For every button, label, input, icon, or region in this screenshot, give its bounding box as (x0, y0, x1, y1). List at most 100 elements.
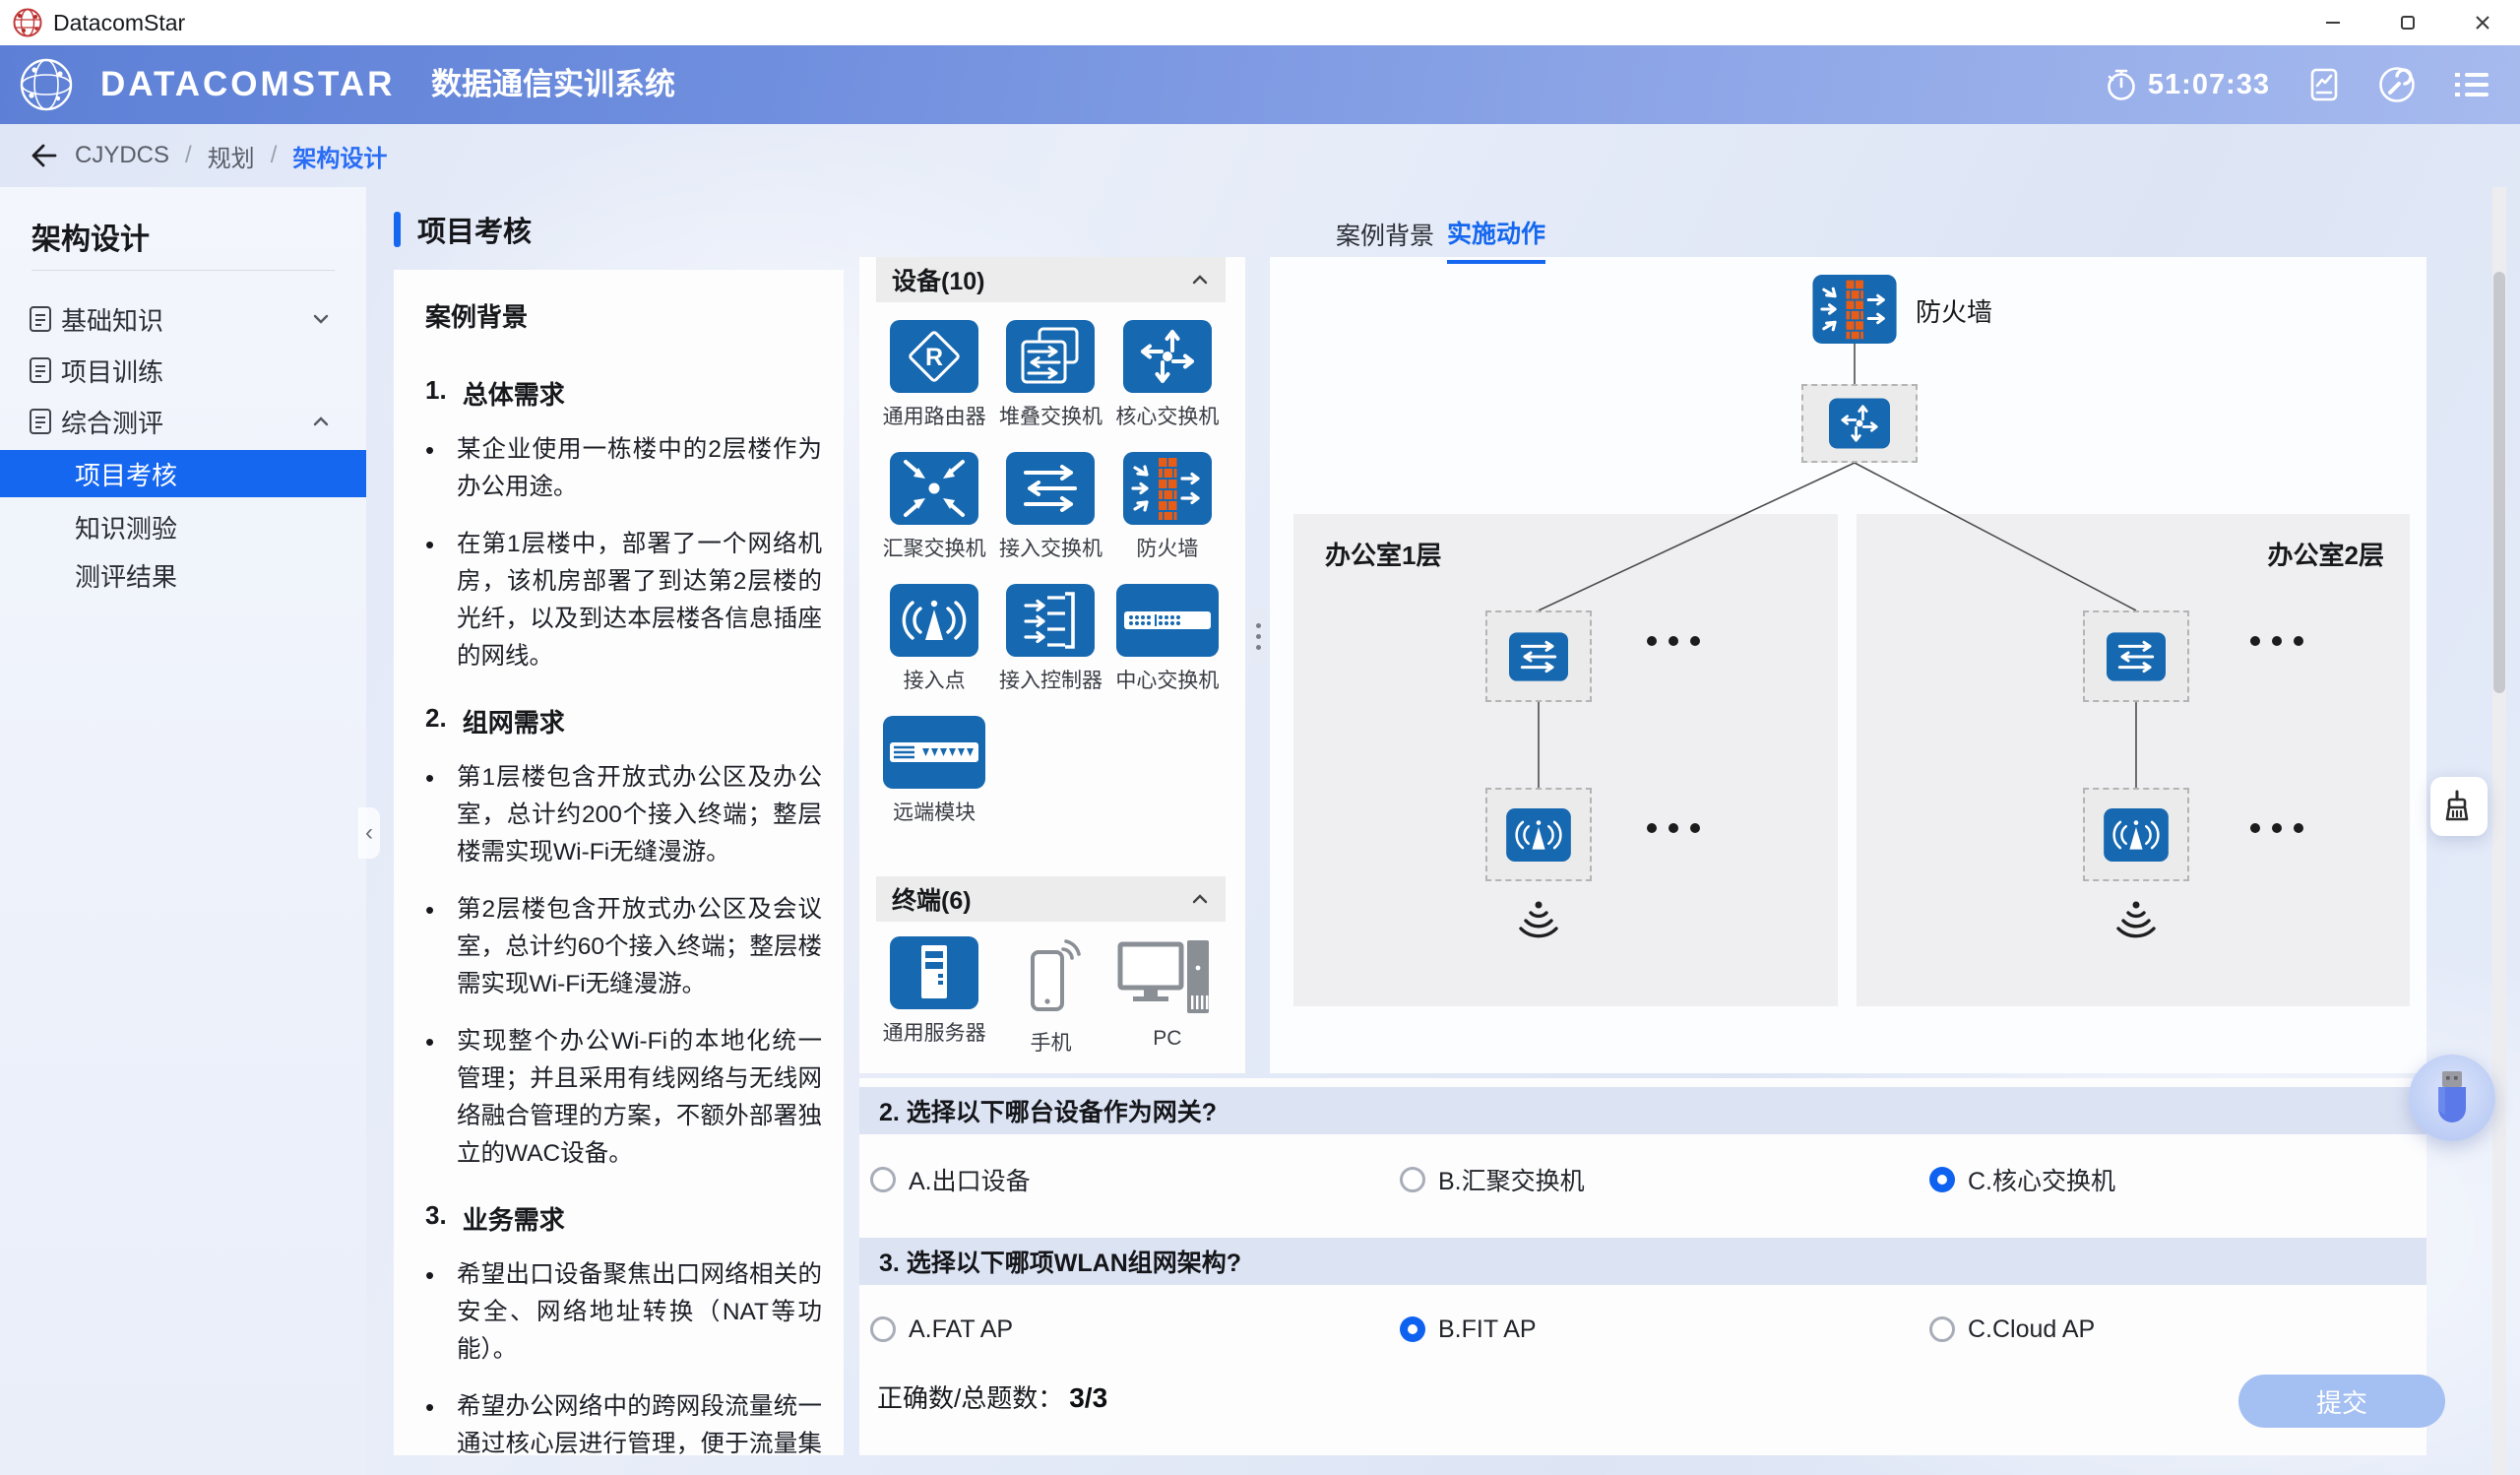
core-switch-slot[interactable] (1801, 384, 1918, 463)
palette-device-access-controller[interactable]: 接入控制器 (999, 584, 1102, 716)
quiz-section: 2. 选择以下哪台设备作为网关? A.出口设备 B.汇聚交换机 C.核心交换机 … (859, 1078, 2426, 1455)
q3-option-a[interactable]: A.FAT AP (870, 1313, 1013, 1346)
sidebar-item-label: 测评结果 (75, 557, 177, 594)
tab-implementation-actions[interactable]: 实施动作 (1447, 215, 1545, 264)
firewall-node-icon[interactable] (1811, 275, 1898, 344)
wireless-signal-icon (1511, 899, 1566, 942)
more-devices-ellipsis (1647, 636, 1700, 646)
bullet-item: •在第1层楼中，部署了一个网络机房，该机房部署了到达第2层楼的光纤，以及到达本层… (425, 526, 822, 675)
floor1-access-switch-slot[interactable] (1485, 610, 1592, 702)
palette-device-core-switch[interactable]: 核心交换机 (1115, 320, 1219, 452)
close-icon (2473, 13, 2492, 32)
breadcrumb-item[interactable]: CJYDCS (75, 142, 169, 169)
server-icon (890, 936, 978, 1009)
router-icon: R (890, 320, 978, 393)
svg-text:R: R (925, 344, 943, 371)
palette-section-label: 终端(6) (892, 881, 972, 917)
bullet-item: •第2层楼包含开放式办公区及会议室，总计约60个接入终端；整层楼需实现Wi-Fi… (425, 891, 822, 1003)
radio-unselected-icon[interactable] (1400, 1167, 1425, 1192)
tab-case-background[interactable]: 案例背景 (1336, 217, 1434, 252)
broom-icon (2443, 790, 2475, 823)
vertical-scrollbar-thumb[interactable] (2493, 272, 2505, 693)
palette-device-remote-module[interactable]: 远端模块 (883, 716, 985, 848)
radio-unselected-icon[interactable] (870, 1167, 896, 1192)
palette-device-firewall[interactable]: 防火墙 (1123, 452, 1212, 584)
maximize-icon (2398, 13, 2418, 32)
palette-device-access-point[interactable]: 接入点 (890, 584, 978, 716)
access-point-node-icon (2104, 808, 2169, 862)
chevron-down-icon (311, 309, 331, 329)
app-header: DATACOMSTAR 数据通信实训系统 51:07:33 (0, 45, 2520, 124)
panel-resize-handle[interactable] (1250, 607, 1266, 666)
bullet-item: •实现整个办公Wi-Fi的本地化统一管理；并且采用有线网络与无线网络融合管理的方… (425, 1023, 822, 1173)
radio-unselected-icon[interactable] (1929, 1316, 1955, 1342)
app-window: DatacomStar DATACOMSTAR 数据通信实训系统 (0, 0, 2520, 1475)
page-title: 项目考核 (417, 209, 532, 250)
topology-canvas[interactable]: 办公室1层 办公室2层 防火墙 (1270, 257, 2426, 1073)
sidebar-collapse-handle[interactable]: ‹ (358, 807, 380, 859)
pc-icon (1116, 936, 1219, 1019)
sidebar-item-comprehensive-evaluation[interactable]: 综合测评 (0, 400, 366, 443)
sidebar-item-evaluation-results[interactable]: 测评结果 (0, 555, 366, 595)
palette-device-center-switch[interactable]: 中心交换机 (1115, 584, 1219, 716)
maximize-button[interactable] (2370, 0, 2445, 45)
palette-device-aggregation-switch[interactable]: 汇聚交换机 (883, 452, 986, 584)
timer-value: 51:07:33 (2148, 69, 2270, 101)
sidebar-item-knowledge-quiz[interactable]: 知识测验 (0, 507, 366, 546)
sidebar-item-project-assessment[interactable]: 项目考核 (0, 450, 366, 497)
sidebar-item-label: 基础知识 (61, 301, 163, 338)
report-icon[interactable] (2307, 67, 2341, 102)
clear-canvas-button[interactable] (2430, 777, 2488, 836)
usb-device-float[interactable] (2409, 1055, 2495, 1141)
menu-list-icon[interactable] (2453, 68, 2490, 101)
q2-option-b[interactable]: B.汇聚交换机 (1400, 1163, 1585, 1196)
sidebar-item-label: 综合测评 (61, 404, 163, 440)
close-button[interactable] (2445, 0, 2520, 45)
more-devices-ellipsis (1647, 823, 1700, 833)
access-controller-icon (1006, 584, 1095, 657)
section-heading: 3.业务需求 (425, 1200, 822, 1237)
q3-option-b[interactable]: B.FIT AP (1400, 1313, 1537, 1346)
submit-button[interactable]: 提交 (2238, 1375, 2445, 1428)
q2-option-a[interactable]: A.出口设备 (870, 1163, 1031, 1196)
question-2-header: 2. 选择以下哪台设备作为网关? (859, 1087, 2426, 1134)
sidebar-item-label: 项目训练 (61, 353, 163, 389)
palette-device-stack-switch[interactable]: 堆叠交换机 (999, 320, 1102, 452)
device-palette: 设备(10) R 通用路由器 (859, 257, 1245, 1073)
window-title: DatacomStar (53, 0, 185, 45)
stopwatch-icon (2105, 67, 2138, 102)
chevron-up-icon (311, 412, 331, 431)
palette-section-terminals[interactable]: 终端(6) (876, 876, 1226, 922)
palette-section-devices[interactable]: 设备(10) (876, 257, 1226, 302)
q2-option-c[interactable]: C.核心交换机 (1929, 1163, 2115, 1196)
breadcrumb-item[interactable]: 规划 (208, 139, 255, 173)
radio-unselected-icon[interactable] (870, 1316, 896, 1342)
question-3-header: 3. 选择以下哪项WLAN组网架构? (859, 1238, 2426, 1285)
floor2-access-point-slot[interactable] (2083, 788, 2189, 881)
phone-icon (1019, 936, 1082, 1019)
sidebar-item-basic-knowledge[interactable]: 基础知识 (0, 297, 366, 341)
case-background-panel: 案例背景 1.总体需求 •某企业使用一栋楼中的2层楼作为办公用途。 •在第1层楼… (394, 270, 844, 1455)
radio-selected-icon[interactable] (1400, 1316, 1425, 1342)
center-switch-icon (1116, 584, 1219, 657)
exam-timer: 51:07:33 (2105, 67, 2270, 102)
section-heading: 1.总体需求 (425, 375, 822, 412)
palette-terminal-phone[interactable]: 手机 (1019, 936, 1082, 1074)
brand-name: DATACOMSTAR (100, 45, 395, 124)
minimize-icon (2323, 13, 2343, 32)
back-arrow-icon[interactable] (28, 141, 59, 170)
firewall-icon (1123, 452, 1212, 525)
sidebar-item-project-training[interactable]: 项目训练 (0, 349, 366, 392)
sidebar-item-label: 知识测验 (75, 509, 177, 545)
palette-terminal-pc[interactable]: PC (1116, 936, 1219, 1074)
q3-option-c[interactable]: C.Cloud AP (1929, 1313, 2095, 1346)
floor2-access-switch-slot[interactable] (2083, 610, 2189, 702)
palette-device-access-switch[interactable]: 接入交换机 (999, 452, 1102, 584)
palette-device-router[interactable]: R 通用路由器 (883, 320, 986, 452)
score-value: 3/3 (1069, 1382, 1107, 1414)
floor1-access-point-slot[interactable] (1485, 788, 1592, 881)
radio-selected-icon[interactable] (1929, 1167, 1955, 1192)
palette-terminal-server[interactable]: 通用服务器 (883, 936, 986, 1074)
minimize-button[interactable] (2296, 0, 2370, 45)
tools-icon[interactable] (2378, 66, 2416, 103)
